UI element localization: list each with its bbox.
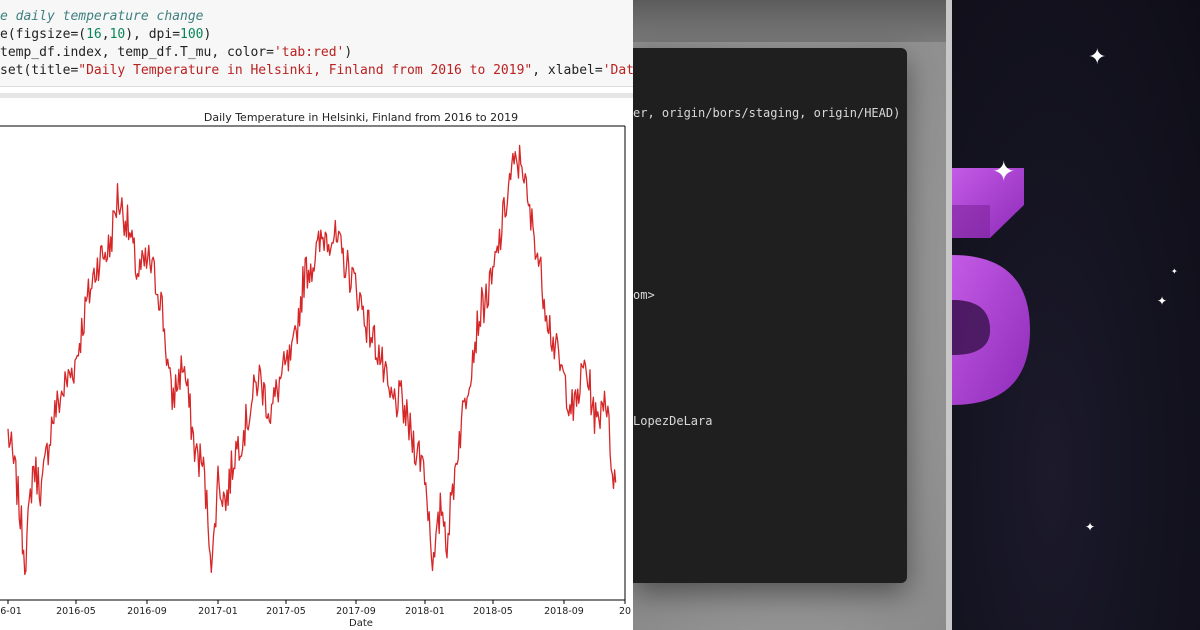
sparkle-icon: ✦: [1171, 267, 1178, 276]
x-tick-label: 2018-01: [405, 606, 445, 617]
x-tick-label: 2018-05: [473, 606, 513, 617]
code-line: temp_df.index, temp_df.T_mu, color='tab:…: [0, 45, 352, 60]
code-token: , xlabel=: [532, 63, 603, 78]
logo-3-graphic: [952, 168, 1030, 405]
code-token: 16: [86, 27, 102, 42]
code-token: 10: [109, 27, 126, 42]
code-token: ): [203, 27, 212, 42]
sparkle-icon: ✦: [1088, 45, 1107, 70]
code-line: e(figsize=(16,10), dpi=100): [0, 27, 211, 42]
code-token: "Daily Temperature in Helsinki, Finland …: [78, 63, 533, 78]
terminal-line: om>: [633, 288, 655, 302]
temperature-chart: Daily Temperature in Helsinki, Finland f…: [0, 111, 631, 629]
sparkle-icon: ✦: [1157, 294, 1168, 308]
code-token: 'tab:red': [273, 45, 345, 60]
desktop-topbar: [633, 0, 950, 42]
sparkle-icon: ✦: [1085, 520, 1096, 534]
x-tick-label: 2018-09: [544, 606, 584, 617]
x-axis-label: Date: [349, 618, 373, 629]
code-token: temp_df.index, temp_df.T_mu, color=: [0, 45, 274, 60]
code-cell[interactable]: e daily temperature change e(figsize=(16,…: [0, 0, 633, 87]
x-tick-label: 2016-05: [56, 606, 96, 617]
x-tick-label: 2016-09: [127, 606, 167, 617]
code-token: set(title=: [0, 63, 79, 78]
x-tick-label: 20: [619, 606, 631, 617]
x-tick-label: 2017-09: [336, 606, 376, 617]
x-tick-label: 2017-05: [266, 606, 306, 617]
x-tick-label: 2017-01: [198, 606, 238, 617]
art-panel: ✦ ✦ ✦ ✦ ✦: [952, 0, 1200, 630]
code-token: 100: [180, 27, 204, 42]
code-token: 'Date': [602, 63, 633, 78]
code-line: set(title="Daily Temperature in Helsinki…: [0, 63, 633, 78]
chart-title: Daily Temperature in Helsinki, Finland f…: [204, 111, 518, 124]
terminal-window[interactable]: er, origin/bors/staging, origin/HEAD) om>…: [633, 48, 907, 583]
x-tick-label: 16-01: [0, 606, 22, 617]
code-token: e daily temperature change: [0, 9, 204, 24]
notebook-panel: e daily temperature change e(figsize=(16,…: [0, 0, 633, 630]
code-token: ,: [101, 27, 110, 42]
terminal-line: er, origin/bors/staging, origin/HEAD): [633, 106, 901, 120]
code-line: e daily temperature change: [0, 9, 204, 24]
terminal-line: LopezDeLara: [633, 414, 713, 428]
output-separator: [0, 93, 633, 98]
code-token: e(figsize=(: [0, 27, 87, 42]
temperature-series-line: [7, 144, 617, 576]
sparkle-icon: ✦: [992, 155, 1016, 188]
terminal-screenshot-panel: er, origin/bors/staging, origin/HEAD) om>…: [633, 0, 950, 630]
code-token: ), dpi=: [125, 27, 181, 42]
code-token: ): [344, 45, 353, 60]
